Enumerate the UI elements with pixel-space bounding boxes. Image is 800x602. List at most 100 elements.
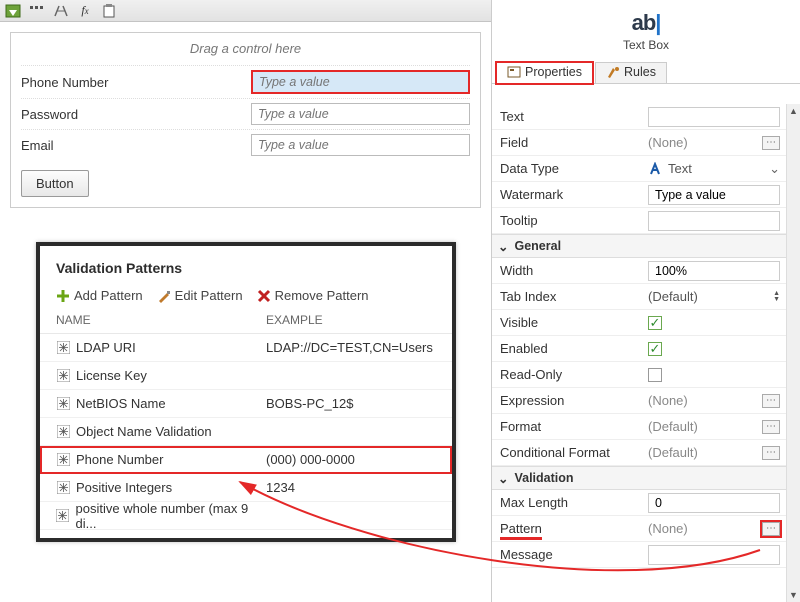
toolbar-icon-paste[interactable] xyxy=(100,3,118,19)
datatype-dropdown[interactable]: Text ⌄ xyxy=(642,161,786,177)
prop-name: Message xyxy=(492,547,642,562)
drag-hint: Drag a control here xyxy=(21,33,470,65)
prop-maxlength-input[interactable] xyxy=(648,493,780,513)
prop-name: Data Type xyxy=(492,161,642,176)
field-label: Password xyxy=(21,107,251,122)
scrollbar[interactable]: ▲ ▼ xyxy=(786,104,800,602)
prop-message-input[interactable] xyxy=(648,545,780,565)
scroll-up-icon[interactable]: ▲ xyxy=(787,104,800,118)
tab-label: Properties xyxy=(525,65,582,79)
pattern-ellipsis-button[interactable]: ⋯ xyxy=(762,522,780,536)
edit-pattern-label: Edit Pattern xyxy=(175,288,243,303)
tab-properties[interactable]: Properties xyxy=(496,62,593,84)
prop-name: Field xyxy=(492,135,642,150)
vp-row-phone[interactable]: Phone Number (000) 000-0000 xyxy=(40,446,452,474)
prop-tooltip-input[interactable] xyxy=(648,211,780,231)
vp-row[interactable]: LDAP URI LDAP://DC=TEST,CN=Users xyxy=(40,334,452,362)
prop-value: (Default) xyxy=(648,419,698,434)
tab-label: Rules xyxy=(624,65,656,79)
rules-icon xyxy=(606,66,620,78)
enabled-checkbox[interactable]: ✓ xyxy=(648,342,662,356)
visible-checkbox[interactable]: ✓ xyxy=(648,316,662,330)
prop-value: (Default) xyxy=(648,445,698,460)
vp-row[interactable]: Positive Integers 1234 xyxy=(40,474,452,502)
pattern-icon xyxy=(56,509,70,523)
spinner[interactable]: ▲▼ xyxy=(773,291,780,303)
form-row-phone[interactable]: Phone Number xyxy=(21,65,470,98)
add-pattern-label: Add Pattern xyxy=(74,288,143,303)
toolbar-icon-2[interactable] xyxy=(28,3,46,19)
col-name: NAME xyxy=(56,313,266,327)
prop-name: Expression xyxy=(492,393,642,408)
ellipsis-button[interactable]: ⋯ xyxy=(762,420,780,434)
collapse-icon: ⌄ xyxy=(498,239,508,254)
ellipsis-button[interactable]: ⋯ xyxy=(762,136,780,150)
vp-row[interactable]: License Key xyxy=(40,362,452,390)
pattern-icon xyxy=(56,453,70,467)
field-label: Phone Number xyxy=(21,75,251,90)
toolbar-icon-1[interactable] xyxy=(4,3,22,19)
prop-text-input[interactable] xyxy=(648,107,780,127)
prop-value: (None) xyxy=(648,135,688,150)
pattern-icon xyxy=(56,481,70,495)
form-row-email[interactable]: Email xyxy=(21,129,470,160)
field-label: Email xyxy=(21,138,251,153)
phone-input[interactable] xyxy=(251,70,470,94)
prop-name: Tab Index xyxy=(492,289,642,304)
toolbar-icon-3[interactable] xyxy=(52,3,70,19)
prop-name: Conditional Format xyxy=(492,445,642,460)
prop-value: (None) xyxy=(648,521,688,536)
vp-row[interactable]: positive whole number (max 9 di... xyxy=(40,502,452,530)
add-pattern-button[interactable]: Add Pattern xyxy=(56,288,143,303)
vp-actions: Add Pattern Edit Pattern Remove Pattern xyxy=(40,284,452,309)
section-general[interactable]: ⌄General xyxy=(492,234,786,258)
prop-name: Visible xyxy=(492,315,642,330)
prop-name: Text xyxy=(492,109,642,124)
collapse-icon: ⌄ xyxy=(498,471,508,486)
control-type-icon: ab| xyxy=(492,4,800,36)
tab-rules[interactable]: Rules xyxy=(595,62,667,84)
prop-width-input[interactable] xyxy=(648,261,780,281)
pattern-icon xyxy=(56,425,70,439)
pattern-icon xyxy=(56,397,70,411)
prop-name-pattern: Pattern xyxy=(492,521,642,536)
prop-watermark-input[interactable] xyxy=(648,185,780,205)
tabs: Properties Rules xyxy=(492,60,800,84)
readonly-checkbox[interactable] xyxy=(648,368,662,382)
chevron-down-icon: ⌄ xyxy=(769,161,780,177)
remove-pattern-button[interactable]: Remove Pattern xyxy=(257,288,369,303)
control-type-label: Text Box xyxy=(492,38,800,52)
prop-name: Format xyxy=(492,419,642,434)
vp-table-head: NAME EXAMPLE xyxy=(40,309,452,334)
remove-pattern-label: Remove Pattern xyxy=(275,288,369,303)
prop-name: Enabled xyxy=(492,341,642,356)
pattern-icon xyxy=(56,341,70,355)
email-input[interactable] xyxy=(251,134,470,156)
properties-grid: Text Field (None) ⋯ Data Type Text ⌄ Waterma… xyxy=(492,104,786,602)
ellipsis-button[interactable]: ⋯ xyxy=(762,394,780,408)
form-row-password[interactable]: Password xyxy=(21,98,470,129)
scroll-down-icon[interactable]: ▼ xyxy=(787,588,800,602)
prop-name: Read-Only xyxy=(492,367,642,382)
vp-row[interactable]: NetBIOS Name BOBS-PC_12$ xyxy=(40,390,452,418)
prop-value: Text xyxy=(668,161,692,176)
section-validation[interactable]: ⌄Validation xyxy=(492,466,786,490)
vp-row[interactable]: Object Name Validation xyxy=(40,418,452,446)
validation-patterns-panel: Validation Patterns Add Pattern Edit Pat… xyxy=(36,242,456,542)
form-button[interactable]: Button xyxy=(21,170,89,197)
form-canvas: Drag a control here Phone Number Passwor… xyxy=(10,32,481,208)
pattern-icon xyxy=(56,369,70,383)
prop-name: Max Length xyxy=(492,495,642,510)
col-example: EXAMPLE xyxy=(266,313,436,327)
prop-value: (None) xyxy=(648,393,688,408)
prop-name: Tooltip xyxy=(492,213,642,228)
text-type-icon xyxy=(648,162,662,176)
toolbar: fx xyxy=(0,0,491,22)
password-input[interactable] xyxy=(251,103,470,125)
ellipsis-button[interactable]: ⋯ xyxy=(762,446,780,460)
prop-name: Width xyxy=(492,263,642,278)
prop-name: Watermark xyxy=(492,187,642,202)
edit-pattern-button[interactable]: Edit Pattern xyxy=(157,288,243,303)
vp-title: Validation Patterns xyxy=(40,246,452,284)
toolbar-icon-fx[interactable]: fx xyxy=(76,3,94,19)
